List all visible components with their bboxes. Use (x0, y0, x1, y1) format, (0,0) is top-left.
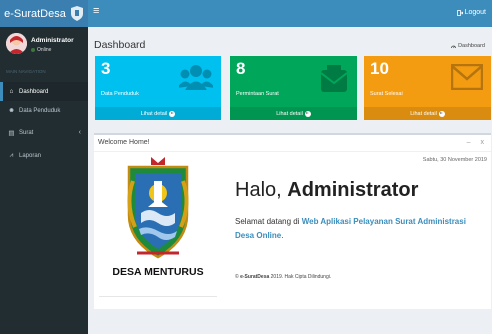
stat-label: Permintaan Surat (236, 91, 279, 97)
sidebar-item-label: Laporan (19, 152, 42, 159)
copyright-brand: e-SuratDesa (240, 274, 270, 280)
logout-icon (456, 9, 463, 16)
nav-header: MAIN NAVIGATION (6, 69, 46, 74)
status-dot-icon (31, 48, 35, 52)
breadcrumb[interactable]: Dashboard (451, 43, 485, 49)
desc-suffix: . (281, 231, 284, 240)
welcome-description: Selamat datang di Web Aplikasi Pelayanan… (235, 215, 475, 243)
sidebar-item-label: Surat (19, 129, 34, 136)
app-root: e-SuratDesa ≡ Logout Administrator Onlin… (0, 0, 492, 334)
logout-label: Logout (464, 9, 486, 16)
current-date: Sabtu, 30 November 2019 (422, 157, 487, 163)
stat-link-label: Lihat detail (276, 110, 303, 117)
close-button[interactable]: x (481, 139, 485, 146)
panel-tools: – x (467, 139, 484, 146)
greeting-name: Administrator (287, 179, 419, 201)
sidebar-toggle-icon[interactable]: ≡ (93, 6, 99, 17)
minimize-button[interactable]: – (467, 139, 471, 146)
sidebar-item-surat[interactable]: ▤ Surat ‹ (0, 123, 88, 142)
greeting: Halo, Administrator (235, 179, 418, 202)
stat-detail-link[interactable]: Lihat detail (230, 107, 357, 120)
stat-link-label: Lihat detail (410, 110, 437, 117)
page-title: Dashboard (94, 39, 146, 51)
app-logo[interactable]: e-SuratDesa (0, 0, 88, 27)
village-name: DESA MENTURUS (112, 266, 204, 278)
users-icon: ☻ (8, 107, 15, 114)
app-name: e-SuratDesa (4, 7, 66, 20)
user-status-label: Online (37, 47, 52, 53)
chevron-left-icon: ‹ (78, 129, 81, 136)
top-navbar: ≡ Logout (88, 0, 492, 27)
user-name: Administrator (31, 37, 74, 44)
envelope-icon (451, 64, 483, 90)
dashboard-icon (451, 45, 456, 48)
sidebar-item-data-penduduk[interactable]: ☻ Data Penduduk (0, 101, 88, 120)
copyright-suffix: 2019. Hak Cipta Dilindungi. (269, 274, 332, 280)
stat-box-data-penduduk: 3 Data Penduduk Lihat detail (95, 56, 221, 120)
user-panel: Administrator Online (0, 27, 88, 67)
stat-value: 3 (101, 59, 111, 78)
sidebar-item-label: Dashboard (19, 88, 49, 95)
desc-prefix: Selamat datang di (235, 217, 302, 226)
stat-label: Data Penduduk (101, 91, 139, 97)
chart-icon: ⩘ (9, 151, 14, 159)
logo-emblem-icon (70, 6, 84, 21)
mail-open-icon (320, 65, 348, 92)
stat-detail-link[interactable]: Lihat detail (364, 107, 491, 120)
arrow-circle-right-icon (169, 110, 176, 117)
file-icon: ▤ (8, 129, 15, 137)
user-status: Online (31, 47, 51, 53)
panel-title: Welcome Home! (98, 139, 150, 146)
main-content: Dashboard Dashboard 3 Data Penduduk Liha… (88, 27, 492, 334)
arrow-circle-right-icon (438, 110, 445, 117)
users-icon (179, 65, 213, 90)
sidebar-item-laporan[interactable]: ⩘ Laporan (0, 146, 88, 165)
sidebar: Administrator Online MAIN NAVIGATION ⌂ D… (0, 27, 88, 334)
panel-header: Welcome Home! – x (94, 135, 491, 152)
copyright: © e-SuratDesa 2019. Hak Cipta Dilindungi… (235, 274, 331, 280)
arrow-circle-right-icon (304, 110, 311, 117)
sidebar-item-label: Data Penduduk (19, 107, 61, 114)
stat-value: 8 (236, 59, 246, 78)
logout-button[interactable]: Logout (456, 9, 486, 16)
sidebar-item-dashboard[interactable]: ⌂ Dashboard (0, 82, 88, 101)
stat-label: Surat Selesai (370, 91, 403, 97)
welcome-panel: Welcome Home! – x DESA MENTURUS Sabtu, 3… (94, 133, 491, 309)
home-icon: ⌂ (9, 88, 14, 95)
village-crest-icon (127, 157, 189, 259)
stat-link-label: Lihat detail (140, 110, 168, 117)
avatar (6, 33, 27, 54)
stat-box-permintaan-surat: 8 Permintaan Surat Lihat detail (230, 56, 357, 120)
stat-box-surat-selesai: 10 Surat Selesai Lihat detail (364, 56, 491, 120)
breadcrumb-label: Dashboard (458, 43, 485, 49)
greeting-prefix: Halo, (235, 179, 288, 201)
village-crest: DESA MENTURUS (99, 155, 217, 297)
stat-value: 10 (370, 59, 389, 78)
stat-detail-link[interactable]: Lihat detail (95, 107, 221, 120)
